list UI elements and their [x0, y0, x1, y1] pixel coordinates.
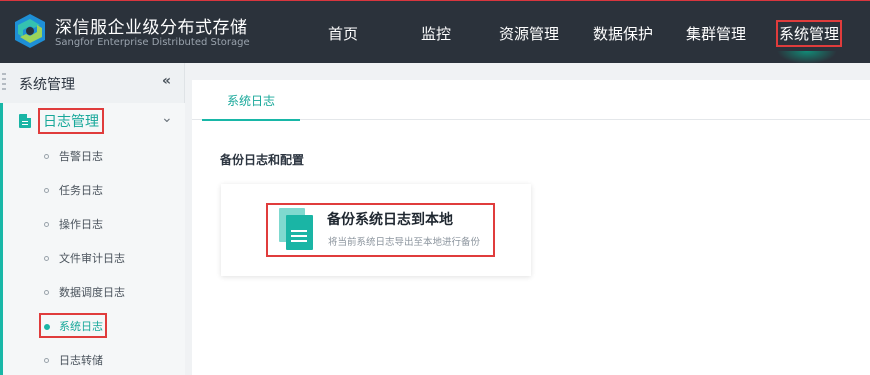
sidebar-group-header[interactable]: 日志管理 ⌄	[3, 103, 185, 139]
nav-data-protection[interactable]: 数据保护	[593, 23, 653, 44]
sidebar-item-operation-log[interactable]: 操作日志	[3, 207, 185, 241]
document-icon	[19, 114, 31, 128]
sidebar-item-label: 任务日志	[59, 184, 103, 197]
nav-monitor[interactable]: 监控	[421, 23, 451, 44]
tab-active-indicator	[202, 119, 300, 121]
brand-subtitle: Sangfor Enterprise Distributed Storage	[55, 37, 250, 48]
sidebar-item-label: 告警日志	[59, 150, 103, 163]
sangfor-logo-icon	[15, 14, 45, 48]
backup-system-log-card[interactable]: 备份系统日志到本地 将当前系统日志导出至本地进行备份	[221, 184, 531, 276]
sidebar-item-log-dump[interactable]: 日志转储	[3, 343, 185, 375]
bullet-icon	[44, 222, 49, 227]
sidebar-item-label: 操作日志	[59, 218, 103, 231]
sidebar-item-label: 文件审计日志	[59, 252, 125, 265]
sidebar-item-label: 系统日志	[59, 320, 103, 333]
bullet-icon	[44, 358, 49, 363]
documents-stack-icon	[279, 208, 313, 250]
sidebar-item-alarm-log[interactable]: 告警日志	[3, 139, 185, 173]
sidebar-item-system-log[interactable]: 系统日志	[3, 309, 185, 343]
top-navigation-bar: 深信服企业级分布式存储 Sangfor Enterprise Distribut…	[0, 0, 870, 64]
sidebar-item-label: 数据调度日志	[59, 286, 125, 299]
sidebar-group-label: 日志管理	[38, 108, 104, 134]
sidebar-title: 系统管理	[19, 77, 75, 93]
sidebar-item-task-log[interactable]: 任务日志	[3, 173, 185, 207]
sidebar: 系统管理 « 日志管理 ⌄ 告警日志 任务日志 操作日志 文件审计日志 数据调度…	[0, 63, 185, 375]
sidebar-item-label: 日志转储	[59, 354, 103, 367]
brand-name: 深信服企业级分布式存储	[55, 18, 248, 38]
chevron-down-icon: ⌄	[161, 110, 173, 126]
bullet-icon	[44, 290, 49, 295]
card-title: 备份系统日志到本地	[327, 212, 453, 228]
bullet-icon	[44, 256, 49, 261]
nav-home[interactable]: 首页	[328, 23, 358, 44]
sidebar-item-file-audit-log[interactable]: 文件审计日志	[3, 241, 185, 275]
bullet-icon	[44, 324, 50, 330]
card-description: 将当前系统日志导出至本地进行备份	[328, 237, 481, 248]
tab-label: 系统日志	[226, 94, 275, 108]
nav-resource-management[interactable]: 资源管理	[499, 23, 559, 44]
sidebar-group-log-management: 日志管理 ⌄ 告警日志 任务日志 操作日志 文件审计日志 数据调度日志 系统日志	[0, 103, 185, 375]
sidebar-header: 系统管理 «	[0, 63, 185, 103]
section-title: 备份日志和配置	[220, 153, 305, 167]
nav-cluster-management[interactable]: 集群管理	[686, 23, 746, 44]
bullet-icon	[44, 154, 49, 159]
main-content: 系统日志 备份日志和配置 备份系统日志到本地 将当前系统日志导出至本地进行备份	[192, 80, 870, 375]
tab-bar: 系统日志	[192, 80, 870, 121]
nav-active-indicator	[777, 51, 837, 64]
nav-system-management[interactable]: 系统管理	[775, 20, 843, 47]
tab-system-log[interactable]: 系统日志	[202, 80, 300, 121]
sidebar-item-data-scheduling-log[interactable]: 数据调度日志	[3, 275, 185, 309]
bullet-icon	[44, 188, 49, 193]
double-chevron-left-icon[interactable]: «	[162, 73, 171, 89]
